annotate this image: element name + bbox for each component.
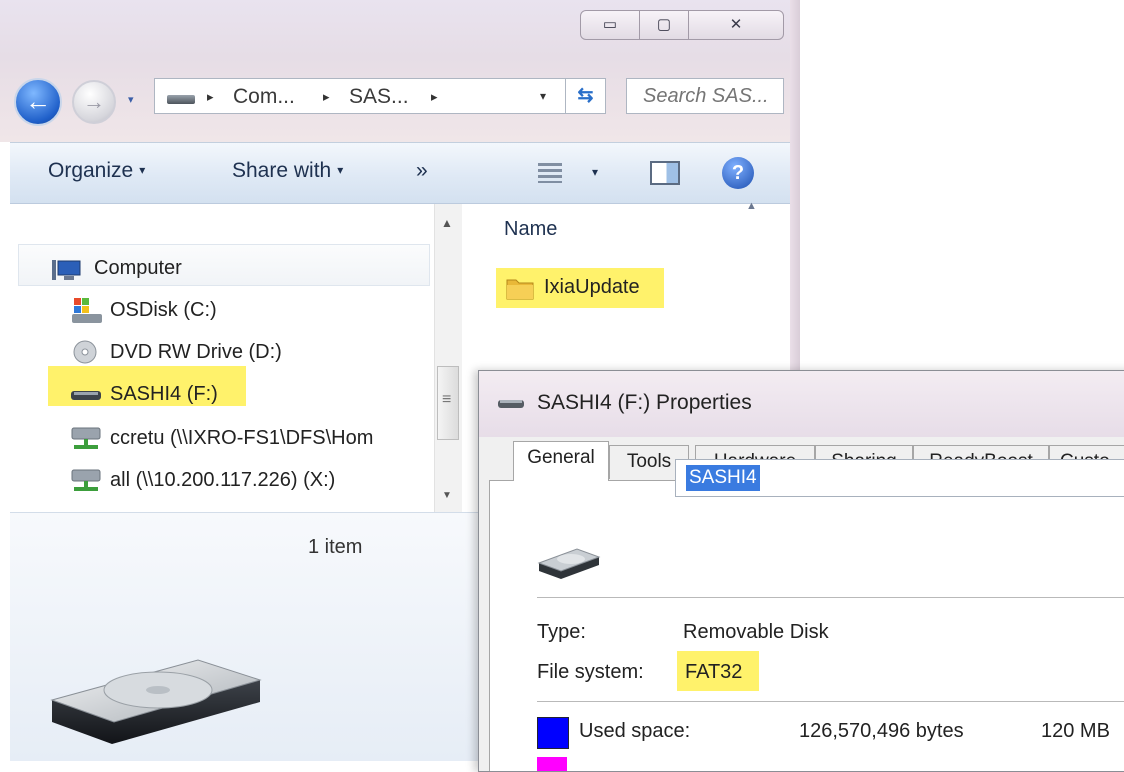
- help-icon[interactable]: ?: [722, 157, 754, 189]
- type-value: Removable Disk: [683, 621, 829, 643]
- type-label: Type:: [537, 621, 586, 643]
- back-arrow-icon: ←: [25, 86, 51, 116]
- minimize-button[interactable]: ▭: [580, 10, 640, 40]
- organize-label: Organize: [48, 159, 134, 182]
- command-bar: Organize ▾ Share with ▾ » ▾ ?: [10, 142, 790, 204]
- more-commands-button[interactable]: »: [416, 159, 428, 183]
- network-drive-icon: [71, 427, 101, 449]
- sort-arrow-icon: ▲: [746, 200, 757, 212]
- computer-icon: [52, 260, 81, 280]
- minimize-icon: ▭: [602, 16, 618, 33]
- explorer-title-bar: ▭ ▢ ✕ ← → ▾ ▸ Com... ▸ SAS... ▸ ▾ ⇆: [0, 0, 800, 142]
- close-icon: ✕: [729, 16, 743, 33]
- back-button[interactable]: ←: [14, 78, 62, 126]
- properties-title: SASHI4 (F:) Properties: [537, 391, 752, 414]
- file-item-ixiaupdate[interactable]: IxiaUpdate: [506, 272, 666, 304]
- refresh-icon: ⇆: [577, 85, 594, 106]
- nav-item-dvd[interactable]: DVD RW Drive (D:): [70, 336, 430, 370]
- file-system-value: FAT32: [685, 661, 743, 683]
- view-options-dropdown-icon[interactable]: ▾: [592, 165, 598, 179]
- organize-menu[interactable]: Organize ▾: [48, 159, 145, 183]
- used-space-bytes: 126,570,496 bytes: [799, 720, 964, 742]
- removable-drive-icon: [498, 400, 524, 408]
- nav-item-all[interactable]: all (\\10.200.117.226) (X:): [70, 464, 430, 498]
- forward-arrow-icon: →: [83, 89, 105, 114]
- share-with-label: Share with: [232, 159, 332, 182]
- breadcrumb-separator-icon[interactable]: ▸: [323, 89, 330, 105]
- blurred-background-text: [10, 10, 390, 60]
- nav-item-label: OSDisk (C:): [110, 299, 217, 321]
- file-item-label: IxiaUpdate: [544, 276, 640, 298]
- grip-icon: ≡: [442, 391, 452, 408]
- breadcrumb-sashi4[interactable]: SAS...: [349, 85, 409, 109]
- more-icon: »: [416, 159, 428, 182]
- maximize-icon: ▢: [656, 16, 672, 33]
- nav-item-label: DVD RW Drive (D:): [110, 341, 282, 363]
- address-dropdown-icon[interactable]: ▾: [540, 89, 546, 103]
- address-bar[interactable]: ▸ Com... ▸ SAS... ▸ ▾: [154, 78, 566, 114]
- used-space-label: Used space:: [579, 720, 691, 742]
- properties-title-bar: SASHI4 (F:) Properties: [479, 371, 1124, 437]
- change-view-icon[interactable]: [538, 163, 562, 183]
- chevron-down-icon: ▾: [128, 94, 134, 106]
- scroll-up-icon[interactable]: ▲: [441, 216, 453, 230]
- folder-icon: [506, 279, 534, 300]
- breadcrumb-separator-icon[interactable]: ▸: [431, 89, 438, 105]
- nav-item-ccretu[interactable]: ccretu (\\IXRO-FS1\DFS\Hom: [70, 422, 430, 456]
- tab-label: General: [527, 447, 595, 468]
- forward-button[interactable]: →: [72, 80, 116, 124]
- preview-pane-icon[interactable]: [650, 161, 680, 185]
- search-box[interactable]: [626, 78, 784, 114]
- removable-drive-icon: [71, 391, 101, 400]
- refresh-button[interactable]: ⇆: [566, 78, 606, 114]
- share-with-menu[interactable]: Share with ▾: [232, 159, 343, 183]
- recent-pages-button[interactable]: ▾: [128, 93, 134, 106]
- removable-drive-large-icon: [50, 659, 262, 744]
- breadcrumb-computer[interactable]: Com...: [233, 85, 295, 109]
- nav-item-osdisk[interactable]: OSDisk (C:): [70, 294, 430, 328]
- navigation-scrollbar[interactable]: ▲ ≡ ▼: [434, 204, 463, 512]
- search-input[interactable]: [627, 79, 783, 113]
- scrollbar-thumb[interactable]: ≡: [437, 366, 459, 440]
- volume-label-field[interactable]: SASHI4: [675, 459, 1124, 497]
- divider: [537, 597, 1124, 598]
- maximize-button[interactable]: ▢: [639, 10, 689, 40]
- help-glyph: ?: [731, 162, 745, 184]
- windows-drive-icon: [72, 298, 102, 323]
- close-button[interactable]: ✕: [688, 10, 784, 40]
- scroll-down-icon[interactable]: ▼: [442, 490, 452, 501]
- drive-icon: [167, 95, 195, 104]
- file-system-label: File system:: [537, 661, 644, 683]
- nav-item-label: ccretu (\\IXRO-FS1\DFS\Hom: [110, 427, 374, 449]
- volume-label-value[interactable]: SASHI4: [686, 465, 760, 491]
- properties-dialog: SASHI4 (F:) Properties General Tools Har…: [478, 370, 1124, 772]
- removable-drive-icon: [537, 548, 601, 579]
- nav-item-label: all (\\10.200.117.226) (X:): [110, 469, 336, 491]
- divider: [537, 701, 1124, 702]
- nav-item-label: SASHI4 (F:): [110, 383, 218, 405]
- tab-general[interactable]: General: [513, 441, 609, 481]
- nav-item-sashi4[interactable]: SASHI4 (F:): [70, 378, 430, 412]
- used-space-size: 120 MB: [1041, 720, 1110, 742]
- free-space-color-swatch: [537, 757, 567, 771]
- nav-item-label: Computer: [94, 257, 182, 279]
- item-count: 1 item: [308, 536, 363, 558]
- network-drive-icon: [71, 469, 101, 491]
- nav-item-computer[interactable]: Computer: [48, 254, 438, 288]
- column-header-name[interactable]: Name: [504, 218, 557, 241]
- dvd-drive-icon: [73, 340, 97, 364]
- chevron-down-icon: ▾: [337, 163, 344, 177]
- tab-label: Tools: [626, 451, 672, 472]
- chevron-down-icon: ▾: [139, 163, 146, 177]
- used-space-color-swatch: [537, 717, 569, 749]
- breadcrumb-separator-icon[interactable]: ▸: [207, 89, 214, 105]
